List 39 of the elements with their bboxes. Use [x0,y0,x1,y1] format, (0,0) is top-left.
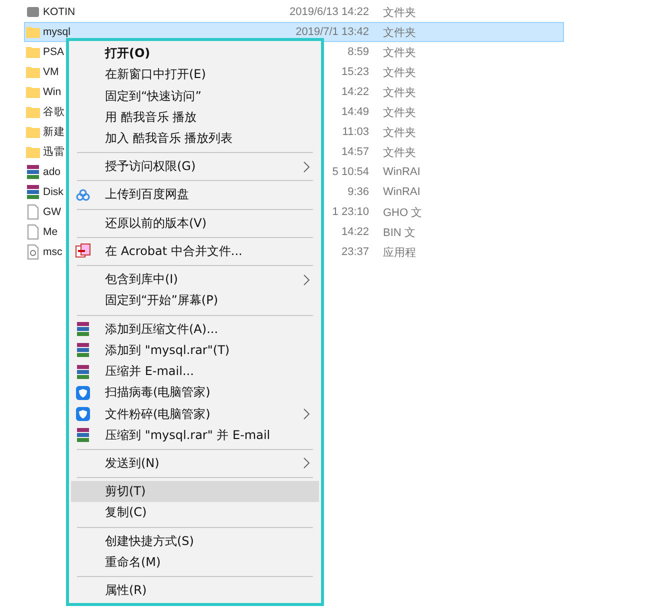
file-date: 14:57 [341,146,370,158]
file-name: msc [43,246,62,258]
file-type: 文件夹 [383,86,417,100]
file-date: 14:22 [341,226,370,238]
file-type: 文件夹 [383,66,417,80]
file-name: KOTIN [43,6,76,18]
file-type: WinRAI [383,166,422,178]
file-type: WinRAI [383,186,422,198]
file-date: 14:49 [341,106,370,118]
file-type: 文件夹 [383,6,417,20]
file-date: 9:36 [348,186,370,198]
file-name: 新建 [43,125,65,139]
file-type: GHO 文 [383,206,424,220]
file-name: Me [43,226,58,238]
file-date: 2019/7/1 13:42 [296,26,370,38]
file-type: 文件夹 [383,106,417,120]
file-name: 迅雷 [43,145,65,159]
file-name: Win [43,86,62,98]
file-type: 文件夹 [383,146,417,160]
file-date: 11:03 [342,126,370,138]
file-name: 谷歌 [43,105,65,119]
file-type: 应用程 [383,246,417,260]
file-name: Disk [43,186,64,198]
file-date: 1 23:10 [332,206,370,218]
file-date: 14:22 [341,86,370,98]
file-date: 23:37 [341,246,370,258]
file-date: 5 10:54 [332,166,370,178]
file-date: 15:23 [341,66,370,78]
file-type: 文件夹 [383,26,417,40]
file-name: ado [43,166,61,178]
file-type: 文件夹 [383,126,417,140]
file-date: 8:59 [348,46,370,58]
file-type: BIN 文 [383,226,416,240]
file-name: PSA [43,46,64,58]
file-name: GW [43,206,62,218]
file-type: 文件夹 [383,46,417,60]
file-name: VM [43,66,59,78]
file-date: 2019/6/13 14:22 [289,6,370,18]
file-name: mysql [43,26,70,38]
